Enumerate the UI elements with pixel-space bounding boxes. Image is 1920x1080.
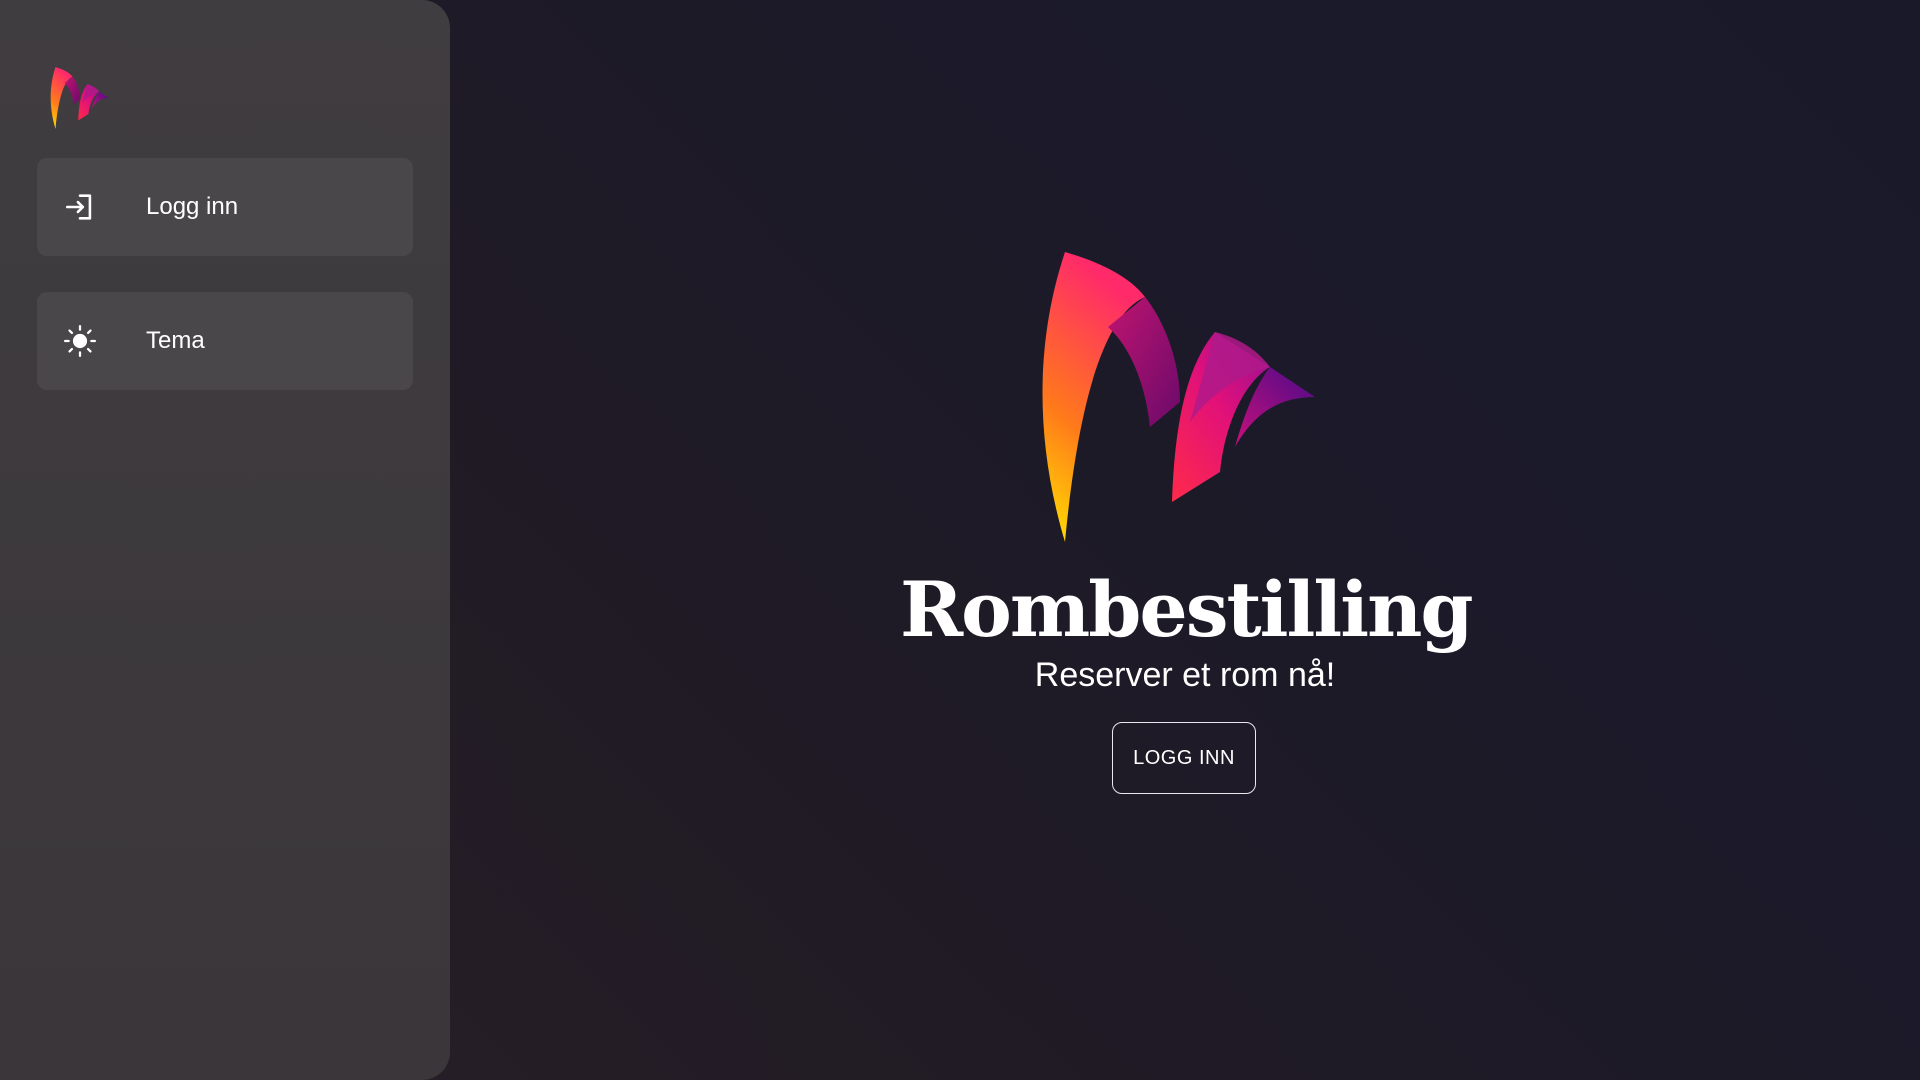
brand-logo-icon (1042, 252, 1315, 542)
page-title: Rombestilling (900, 565, 1474, 654)
sidebar: Logg inn Tema (0, 0, 450, 1080)
sidebar-item-login[interactable]: Logg inn (37, 158, 413, 256)
login-icon (65, 194, 92, 220)
page-subtitle: Reserver et rom nå! (1034, 656, 1336, 694)
sidebar-item-label: Tema (146, 327, 205, 354)
brand-logo-icon[interactable] (48, 66, 112, 130)
hero-section: Rombestilling Reserver et rom nå! LOGG I… (900, 240, 1474, 820)
sun-icon (63, 324, 97, 358)
sidebar-item-label: Logg inn (146, 193, 239, 220)
login-button[interactable]: LOGG INN (1112, 722, 1256, 794)
sidebar-item-theme[interactable]: Tema (37, 292, 413, 390)
